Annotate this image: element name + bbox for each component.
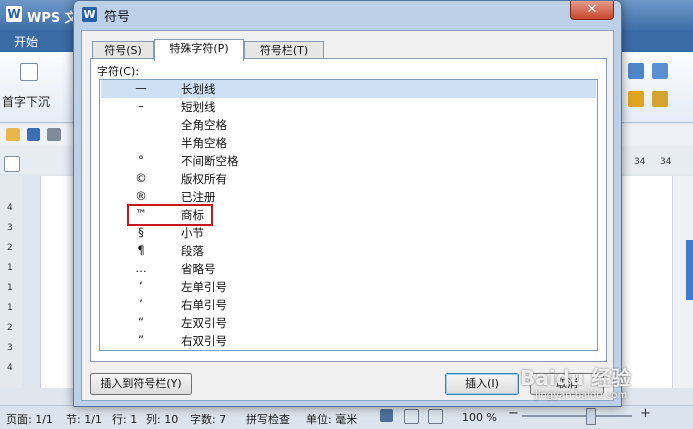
character-symbol: …	[135, 261, 147, 275]
character-symbol: “	[138, 315, 144, 329]
ruler-tick: 1	[7, 263, 13, 273]
ruler-tick: 34	[634, 157, 646, 167]
character-name: 半角空格	[181, 136, 227, 150]
character-row[interactable]: “ 左双引号	[101, 314, 596, 332]
ruler-tick: 1	[7, 283, 13, 293]
ribbon-tool-icon[interactable]	[628, 63, 644, 79]
character-symbol: °	[138, 153, 144, 167]
character-name: 全角空格	[181, 118, 227, 132]
status-column: 列: 10	[146, 413, 179, 426]
character-list[interactable]: — 长划线 – 短划线全角空格半角空格 ° 不间断空格 © 版权所有 ® 已注册 ™ 商标 § 小节 ¶ 段落…	[99, 79, 598, 351]
character-symbol: ’	[139, 297, 143, 311]
insert-button[interactable]: 插入(I)	[445, 373, 519, 395]
zoom-in-icon[interactable]: +	[640, 406, 651, 421]
symbol-dialog: W 符号 ✕ 符号(S) 特殊字符(P) 符号栏(T) 字符(C): — 长划线 –…	[73, 0, 622, 407]
special-characters-panel: 字符(C): — 长划线 – 短划线全角空格半角空格 ° 不间断空格 © 版权所有 ® 已注册 ™ 商…	[90, 58, 607, 362]
status-line: 行: 1	[112, 413, 138, 426]
character-symbol: –	[138, 99, 144, 113]
character-symbol: ©	[135, 171, 147, 185]
zoom-slider-thumb[interactable]	[586, 408, 596, 425]
character-row[interactable]: … 省略号	[101, 260, 596, 278]
character-name: 小节	[181, 226, 204, 240]
character-row[interactable]: ‘ 左单引号	[101, 278, 596, 296]
character-row[interactable]: – 短划线	[101, 98, 596, 116]
ribbon-tool-icon[interactable]	[652, 63, 668, 79]
character-name: 短划线	[181, 100, 216, 114]
character-symbol: ”	[138, 333, 144, 347]
character-row[interactable]: ’ 右单引号	[101, 296, 596, 314]
close-button[interactable]: ✕	[570, 1, 614, 20]
ruler-tick: 1	[7, 303, 13, 313]
ruler-tick: 2	[7, 323, 13, 333]
character-row[interactable]: ” 右双引号	[101, 332, 596, 350]
character-row[interactable]: § 小节	[101, 224, 596, 242]
ruler-tick: 4	[7, 203, 13, 213]
status-word-count[interactable]: 字数: 7	[190, 411, 226, 427]
character-name: 省略号	[181, 262, 216, 276]
side-panel-tab[interactable]	[686, 240, 693, 300]
character-symbol: ‘	[139, 279, 143, 293]
watermark: Baidu 经验	[520, 366, 632, 390]
character-row[interactable]: ¶ 段落	[101, 242, 596, 260]
character-name: 左双引号	[181, 316, 227, 330]
wps-logo-icon: W	[6, 6, 22, 22]
wps-logo-icon: W	[82, 7, 97, 22]
character-name: 长划线	[181, 82, 216, 96]
status-unit[interactable]: 单位: 毫米	[306, 411, 357, 427]
character-symbol: §	[138, 225, 144, 239]
watermark-url: jingyan.baidu.com	[535, 390, 628, 401]
save-icon[interactable]	[27, 128, 40, 141]
character-name: 已注册	[181, 190, 216, 204]
reading-view-icon[interactable]	[428, 409, 443, 424]
character-name: 段落	[181, 244, 204, 258]
status-section: 节: 1/1	[66, 413, 102, 426]
dialog-body: 符号(S) 特殊字符(P) 符号栏(T) 字符(C): — 长划线 – 短划线 全角空格…	[81, 30, 614, 401]
ruler-tick: 4	[7, 363, 13, 373]
dialog-titlebar[interactable]: W 符号 ✕	[74, 1, 621, 28]
character-row[interactable]: © 版权所有	[101, 170, 596, 188]
print-icon[interactable]	[47, 128, 61, 141]
zoom-out-icon[interactable]: −	[508, 406, 519, 421]
character-symbol: —	[135, 81, 147, 95]
character-name: 右双引号	[181, 334, 227, 348]
ruler-tick: 2	[7, 243, 13, 253]
highlight-box	[127, 204, 213, 226]
tab-stop-icon[interactable]	[4, 156, 20, 172]
zoom-slider-track[interactable]	[522, 415, 632, 417]
character-row[interactable]: ™ 商标	[101, 204, 596, 226]
open-folder-icon[interactable]	[6, 128, 20, 141]
tab-special-characters[interactable]: 特殊字符(P)	[154, 39, 244, 61]
character-name: 右单引号	[181, 298, 227, 312]
character-row[interactable]: — 长划线	[101, 80, 596, 98]
page-view-icon[interactable]	[380, 409, 393, 422]
character-row[interactable]: ° 不间断空格	[101, 152, 596, 170]
status-page: 页面: 1/1	[6, 413, 53, 426]
character-symbol: ¶	[137, 243, 145, 257]
text-style-icon[interactable]	[20, 63, 38, 81]
character-row[interactable]: 全角空格	[101, 116, 596, 134]
ruler-tick: 3	[7, 343, 13, 353]
tab-start[interactable]: 开始	[14, 33, 38, 50]
zoom-level[interactable]: 100 %	[462, 411, 497, 424]
drop-cap-label[interactable]: 首字下沉	[2, 93, 50, 110]
ruler-tick: 3	[7, 223, 13, 233]
character-row[interactable]: 半角空格	[101, 134, 596, 152]
outline-view-icon[interactable]	[404, 409, 419, 424]
ruler-tick: 34	[660, 157, 672, 167]
character-name: 不间断空格	[181, 154, 239, 168]
wps-app-title: WPS 文	[27, 11, 78, 26]
character-name: 左单引号	[181, 280, 227, 294]
lock-icon[interactable]	[652, 91, 668, 107]
ribbon-tool-icon[interactable]	[628, 91, 644, 107]
status-spellcheck[interactable]: 拼写检查	[246, 411, 290, 427]
character-symbol: ®	[135, 189, 147, 203]
dialog-title: 符号	[104, 10, 131, 25]
insert-to-symbol-bar-button[interactable]: 插入到符号栏(Y)	[90, 373, 192, 395]
character-name: 版权所有	[181, 172, 227, 186]
character-label: 字符(C):	[97, 65, 139, 78]
